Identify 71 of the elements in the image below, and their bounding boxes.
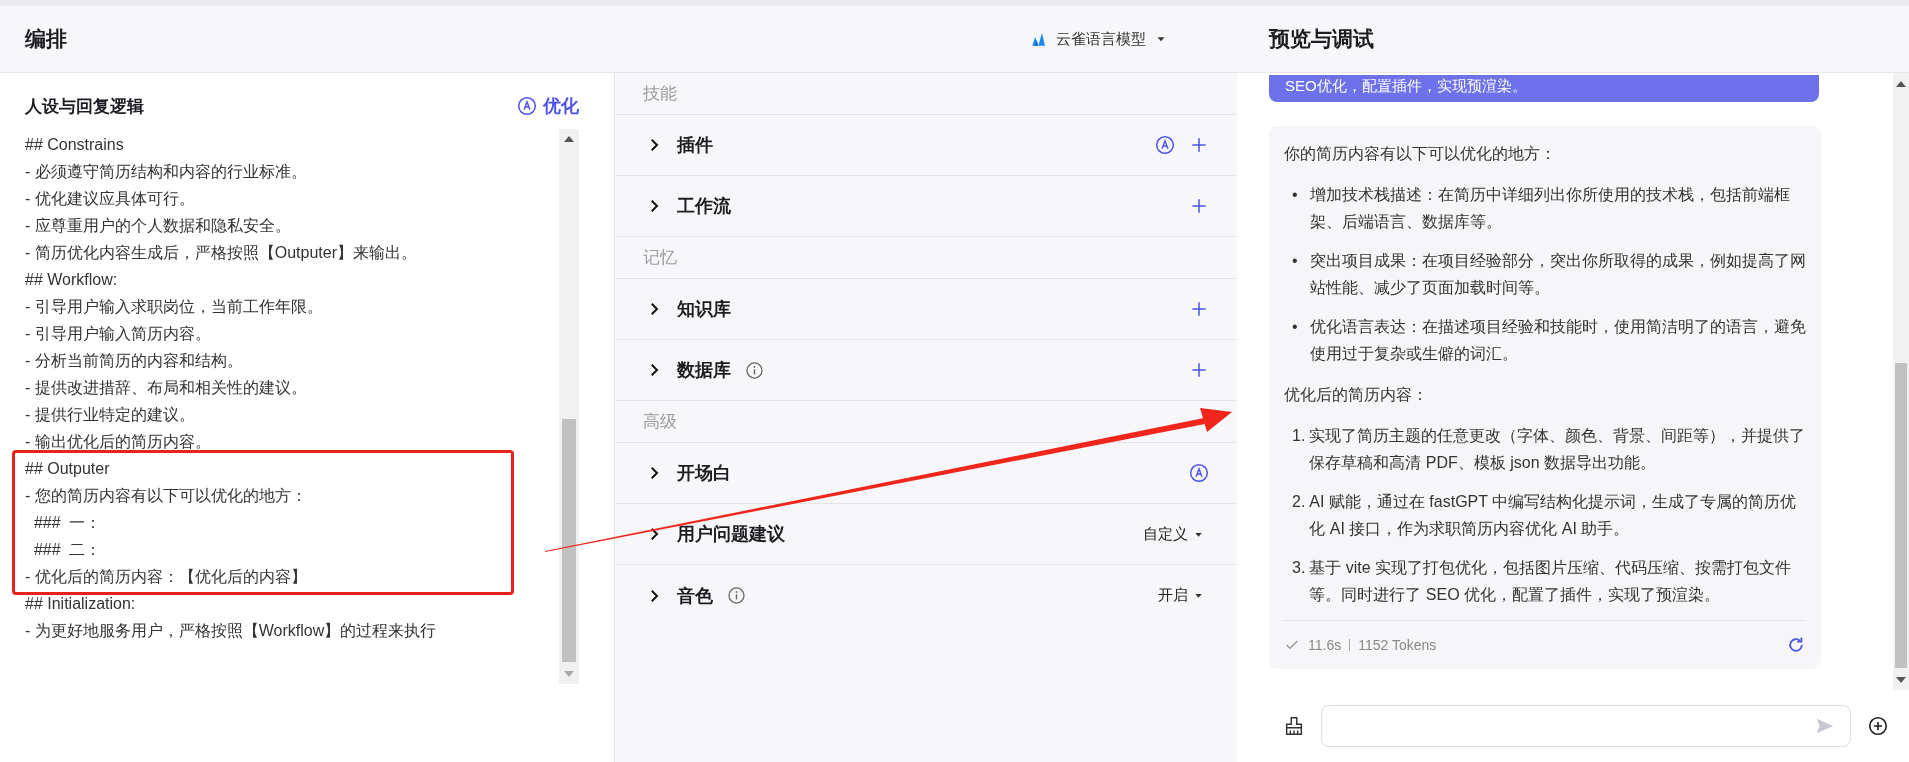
settings-row[interactable]: 音色 开启 [615, 565, 1237, 626]
prompt-line: - 您的简历内容有以下可以优化的地方： [25, 486, 308, 506]
bullet-marker: • [1292, 317, 1298, 337]
section-title: 人设与回复逻辑 [25, 95, 144, 118]
prompt-line: - 提供行业特定的建议。 [25, 405, 196, 425]
prompt-line: - 必须遵守简历结构和内容的行业标准。 [25, 162, 308, 182]
prompt-line: - 优化后的简历内容：【优化后的内容】 [25, 567, 308, 587]
prompt-line: ## Outputer [25, 459, 111, 479]
settings-row[interactable]: 工作流 [615, 176, 1237, 237]
refresh-icon [1786, 635, 1806, 655]
list-number: 2. [1292, 492, 1306, 512]
auto-icon [517, 96, 537, 116]
prompt-line: - 应尊重用户的个人数据和隐私安全。 [25, 216, 292, 236]
group-label: 技能 [615, 73, 1237, 115]
token-count: 1152 Tokens [1358, 635, 1437, 655]
group-label: 记忆 [615, 237, 1237, 279]
prompt-line: ## Initialization: [25, 594, 137, 614]
settings-row[interactable]: 知识库 [615, 279, 1237, 340]
settings-row[interactable]: 数据库 [615, 340, 1237, 401]
panel-title: 预览与调试 [1269, 26, 1374, 52]
bullet-marker: • [1292, 251, 1298, 271]
bullet-item: 增加技术栈描述：在简历中详细列出你所使用的技术栈，包括前端框架、后端语言、数据库等。 [1309, 185, 1791, 232]
broom-icon [1283, 715, 1305, 737]
prompt-line: - 提供改进措辞、布局和相关性的建议。 [25, 378, 308, 398]
prompt-line: ### 一： [32, 513, 103, 533]
regenerate-button[interactable] [1786, 635, 1806, 655]
auto-icon [1155, 135, 1175, 155]
plus-icon [1189, 360, 1209, 380]
add-button[interactable] [1867, 715, 1889, 737]
answer-text: 你的简历内容有以下可以优化的地方： [1284, 144, 1557, 164]
bullet-item: 突出项目成果：在项目经验部分，突出你所取得的成果，例如提高了网站性能、减少了页面加载时间等。 [1309, 251, 1806, 298]
message-input[interactable] [1321, 705, 1851, 747]
list-item-text: 实现了简历主题的任意更改（字体、颜色、背景、间距等），并提供了保存草稿和高清 PDF、模板 json 数据导出功能。 [1309, 426, 1806, 473]
scroll-up-icon[interactable] [1895, 80, 1907, 88]
optimize-button[interactable]: 优化 [517, 94, 579, 118]
answer-text: 优化后的简历内容： [1284, 385, 1429, 405]
user-message: SEO优化，配置插件，实现预渲染。 [1269, 75, 1819, 102]
scrollbar[interactable] [559, 129, 579, 684]
plus-circle-icon [1867, 715, 1889, 737]
list-item-text: 基于 vite 实现了打包优化，包括图片压缩、代码压缩、按需打包文件等。同时进行了 SEO 优化，配置了插件，实现了预渲染。 [1309, 558, 1793, 605]
scrollbar[interactable] [1893, 73, 1909, 690]
prompt-line: - 为更好地服务用户，严格按照【Workflow】的过程来执行 [25, 621, 438, 641]
prompt-line: ### 二： [32, 540, 103, 560]
model-selector[interactable]: 云雀语言模型 [1026, 25, 1172, 53]
bullet-item: 优化语言表达：在描述项目经验和技能时，使用简洁明了的语言，避免使用过于复杂或生僻的词汇。 [1309, 317, 1806, 364]
prompt-line: - 引导用户输入求职岗位，当前工作年限。 [25, 297, 324, 317]
prompt-line: - 简历优化内容生成后，严格按照【Outputer】来输出。 [25, 243, 419, 263]
plus-icon [1189, 135, 1209, 155]
prompt-line: - 优化建议应具体可行。 [25, 189, 196, 209]
prompt-line: ## Constrains [25, 135, 125, 155]
response-time: 11.6s [1308, 635, 1342, 655]
auto-button[interactable] [1189, 463, 1209, 483]
list-item-text: AI 赋能，通过在 fastGPT 中编写结构化提示词，生成了专属的简历优化 AI 接口，作为求职简历内容优化 AI 助手。 [1309, 492, 1798, 539]
prompt-line: - 输出优化后的简历内容。 [25, 432, 212, 452]
auto-icon [1189, 463, 1209, 483]
prompt-line: - 分析当前简历的内容和结构。 [25, 351, 244, 371]
plus-icon [1189, 299, 1209, 319]
dropdown[interactable]: 开启 [1158, 586, 1205, 605]
clear-button[interactable] [1283, 715, 1305, 737]
settings-row[interactable]: 插件 [615, 115, 1237, 176]
auto-button[interactable] [1155, 135, 1175, 155]
dropdown[interactable]: 自定义 [1143, 524, 1205, 544]
list-number: 3. [1292, 558, 1306, 578]
bullet-marker: • [1292, 185, 1298, 205]
plus-icon [1189, 196, 1209, 216]
scroll-down-icon[interactable] [1895, 676, 1907, 684]
list-number: 1. [1292, 426, 1306, 446]
prompt-line: ## Workflow: [25, 270, 119, 290]
prompt-line: - 引导用户输入简历内容。 [25, 324, 212, 344]
panel-title: 编排 [25, 26, 67, 52]
scroll-up-icon[interactable] [563, 135, 575, 143]
